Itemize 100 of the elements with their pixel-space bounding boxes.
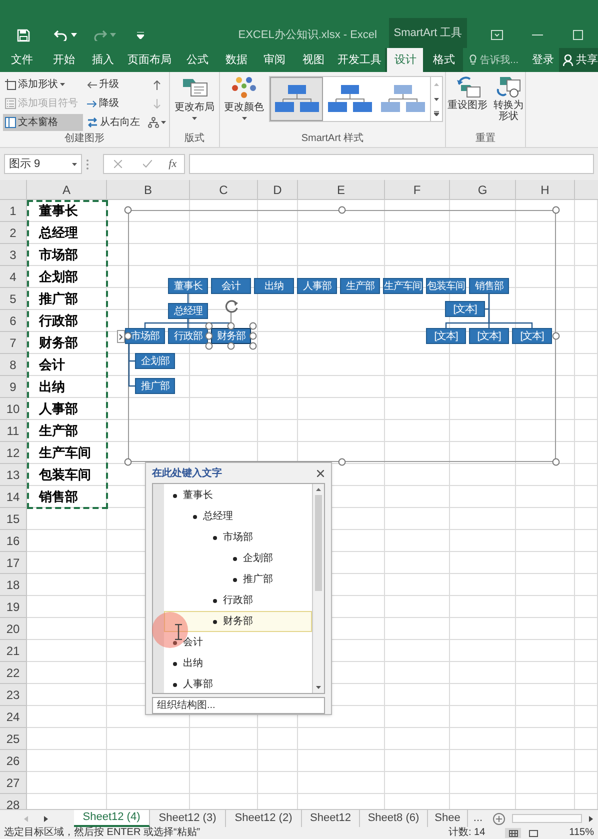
org-chart-node[interactable]: [文本] [426,328,466,344]
layout-button[interactable] [145,114,169,131]
row-header[interactable]: 5 [0,288,27,310]
tell-me-field[interactable]: 告诉我... [480,52,526,68]
outline-item[interactable]: 财务部 [164,611,312,632]
row-header[interactable]: 28 [0,794,27,809]
org-chart-node[interactable]: 财务部 [211,328,251,344]
vertical-scrollbar[interactable] [312,484,324,693]
column-header[interactable]: A [27,180,107,200]
zoom-level[interactable]: 115% [569,827,594,839]
ribbon-tab[interactable]: 开始 [44,48,84,72]
ribbon-button[interactable]: 文本窗格 [3,114,83,131]
org-chart-node[interactable]: [文本] [445,301,485,317]
org-chart-node[interactable]: 推广部 [135,378,175,394]
change-colors-button[interactable]: 更改颜色 [222,76,266,133]
row-header[interactable]: 16 [0,530,27,552]
ribbon-tab[interactable]: 视图 [293,48,334,72]
row-header[interactable]: 19 [0,596,27,618]
column-header[interactable]: B [107,180,190,200]
row-header[interactable]: 6 [0,310,27,332]
ribbon-button[interactable]: 从右向左 [85,114,143,131]
row-header[interactable]: 25 [0,728,27,750]
column-header[interactable]: E [298,180,385,200]
row-header[interactable]: 22 [0,662,27,684]
org-chart-node[interactable]: [文本] [512,328,552,344]
share-button[interactable]: 共享 [559,48,598,72]
row-header[interactable]: 1 [0,200,27,222]
outline-item[interactable]: 人事部 [164,674,312,693]
outline-item[interactable]: 总经理 [164,506,312,527]
org-chart-node[interactable]: 总经理 [168,303,208,319]
row-header[interactable]: 8 [0,354,27,376]
outline-item[interactable]: 市场部 [164,527,312,548]
more-sheets-button[interactable]: ... [468,810,488,827]
row-header[interactable]: 26 [0,750,27,772]
org-chart-node[interactable]: 市场部 [125,328,165,344]
formula-input[interactable] [189,154,594,174]
horizontal-scrollbar[interactable] [512,814,582,823]
style-gallery[interactable] [269,76,443,122]
row-header[interactable]: 10 [0,398,27,420]
ribbon-tab[interactable]: 审阅 [256,48,294,72]
row-header[interactable]: 18 [0,574,27,596]
name-box[interactable]: 图示 9 [4,154,82,174]
row-header[interactable]: 27 [0,772,27,794]
outline-item[interactable]: 行政部 [164,590,312,611]
ribbon-tab[interactable]: 公式 [178,48,218,72]
outline-item[interactable]: 企划部 [164,548,312,569]
change-layout-button[interactable]: 更改布局 [174,76,214,133]
org-chart-node[interactable]: 生产部 [340,278,380,294]
insert-function-button[interactable]: fx [168,156,177,172]
ribbon-tab[interactable]: 格式 [425,48,464,72]
row-header[interactable]: 17 [0,552,27,574]
row-header[interactable]: 21 [0,640,27,662]
org-chart-node[interactable]: 董事长 [168,278,208,294]
text-pane-toggle[interactable] [117,330,125,343]
ribbon-tab[interactable]: 页面布局 [122,48,178,72]
column-header[interactable]: H [516,180,575,200]
ribbon-tab[interactable]: 设计 [385,48,426,72]
smartart-frame[interactable] [128,210,556,462]
scroll-right-button[interactable] [587,814,595,824]
ribbon-button[interactable]: 升级 [85,76,143,93]
ribbon-button[interactable]: 添加形状 [3,76,83,93]
row-header[interactable]: 4 [0,266,27,288]
outline-item[interactable]: 出纳 [164,653,312,674]
org-chart-link[interactable]: 组织结构图... [152,697,325,714]
page-layout-button[interactable] [527,828,540,838]
row-header[interactable]: 15 [0,508,27,530]
outline-item[interactable]: 会计 [164,632,312,653]
row-header[interactable]: 23 [0,684,27,706]
org-chart-node[interactable]: 人事部 [297,278,337,294]
org-chart-node[interactable]: [文本] [469,328,509,344]
scroll-thumb[interactable] [315,495,322,591]
ribbon-display-button[interactable] [489,28,506,42]
ribbon-tab[interactable]: 数据 [218,48,256,72]
row-header[interactable]: 11 [0,420,27,442]
column-header[interactable]: F [385,180,450,200]
column-header[interactable]: C [190,180,258,200]
sheet-tab[interactable]: Sheet12 (4) [74,810,150,827]
row-header[interactable]: 12 [0,442,27,464]
row-header[interactable]: 2 [0,222,27,244]
sign-in-link[interactable]: 登录 [527,48,559,72]
outline-item[interactable]: 推广部 [164,569,312,590]
convert-to-shapes-button[interactable]: 转换为形状 [492,76,524,133]
row-header[interactable]: 9 [0,376,27,398]
org-chart-node[interactable]: 行政部 [168,328,208,344]
org-chart-node[interactable]: 生产车间 [383,278,423,294]
next-sheet-button[interactable] [42,814,50,824]
column-header[interactable]: D [258,180,298,200]
org-chart-node[interactable]: 包装车间 [426,278,466,294]
row-header[interactable]: 3 [0,244,27,266]
org-chart-node[interactable]: 出纳 [254,278,294,294]
ribbon-button[interactable]: 降级 [85,95,143,112]
outline-item[interactable]: 董事长 [164,485,312,506]
style-thumbnail[interactable] [270,77,324,121]
ribbon-tab[interactable]: 文件 [0,48,44,72]
org-chart-node[interactable]: 企划部 [135,353,175,369]
ribbon-tab[interactable]: 插入 [84,48,122,72]
close-button[interactable] [315,468,325,478]
row-header[interactable]: 14 [0,486,27,508]
row-header[interactable]: 20 [0,618,27,640]
normal-view-button[interactable] [505,828,522,838]
